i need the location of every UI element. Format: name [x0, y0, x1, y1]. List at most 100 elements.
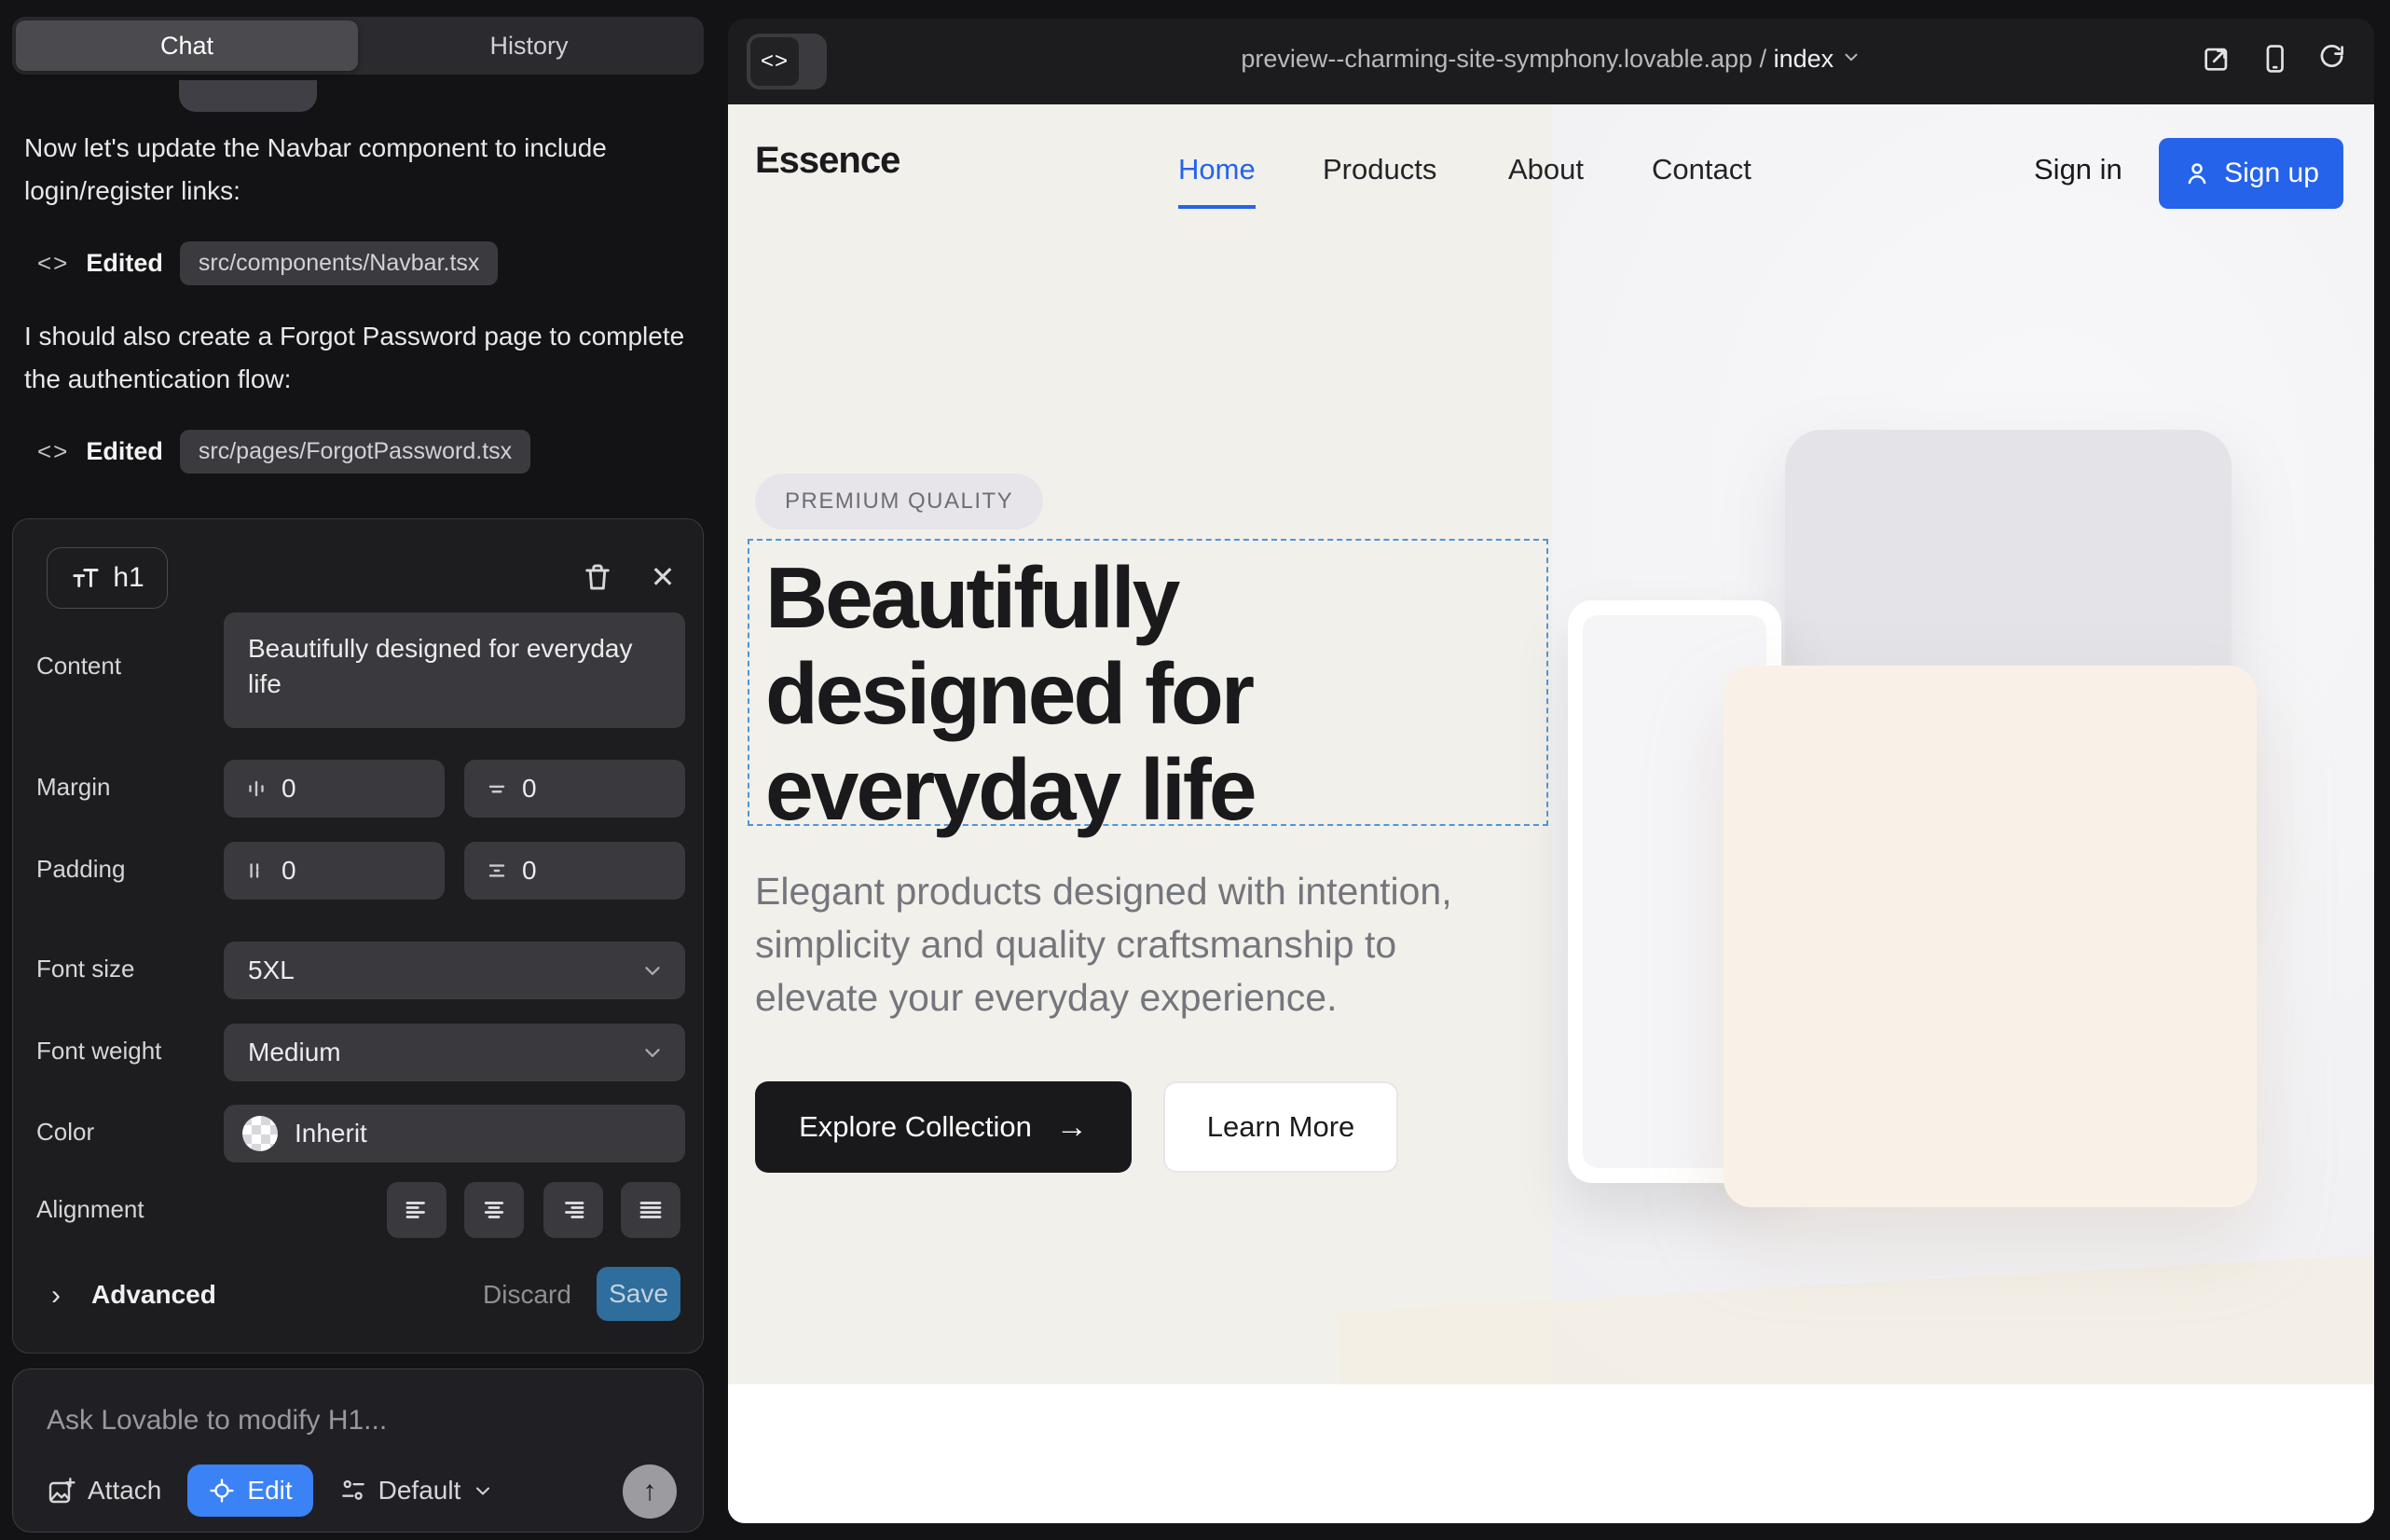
composer-input[interactable]: Ask Lovable to modify H1... [47, 1405, 387, 1437]
hero-heading[interactable]: Beautifully designed for everyday life [765, 550, 1539, 838]
margin-y-input[interactable]: 0 [464, 760, 685, 818]
align-left-button[interactable] [387, 1182, 446, 1238]
sign-in-link[interactable]: Sign in [2034, 153, 2122, 186]
sign-up-label: Sign up [2224, 158, 2319, 189]
nav-link-about[interactable]: About [1508, 153, 1584, 186]
open-in-new-tab-icon[interactable] [2201, 43, 2232, 75]
hero-paragraph: Elegant products designed with intention… [755, 865, 1519, 1024]
element-editor-panel: h1 ✕ Content Beautifully designed for ev… [12, 518, 704, 1354]
nav-link-products[interactable]: Products [1323, 153, 1436, 186]
nav-link-contact[interactable]: Contact [1652, 153, 1751, 186]
editor-footer: › Advanced Discard Save [13, 1267, 705, 1325]
margin-horizontal-icon [244, 777, 268, 801]
content-input[interactable]: Beautifully designed for everyday life [224, 612, 685, 728]
advanced-toggle[interactable]: Advanced [91, 1280, 216, 1310]
font-weight-value: Medium [248, 1038, 341, 1067]
chat-message: I should also create a Forgot Password p… [24, 315, 692, 401]
chevron-down-icon [1841, 47, 1861, 67]
margin-y-value: 0 [522, 774, 537, 804]
app-root: Chat History Now let's update the Navbar… [0, 0, 2390, 1540]
section-below-hero [728, 1384, 2374, 1523]
tab-history[interactable]: History [358, 21, 700, 71]
clipped-file-badge [179, 80, 317, 112]
nav-link-home[interactable]: Home [1178, 153, 1256, 209]
attach-button[interactable]: Attach [47, 1476, 161, 1506]
delete-element-button[interactable] [579, 558, 616, 596]
margin-vertical-icon [485, 777, 509, 801]
preview-chrome: <> preview--charming-site-symphony.lovab… [728, 19, 2374, 104]
attach-label: Attach [88, 1476, 161, 1506]
edit-label: Edit [247, 1476, 292, 1506]
element-tag-pill: h1 [47, 547, 168, 609]
preview-url: preview--charming-site-symphony.lovable.… [1241, 45, 1752, 73]
sign-up-button[interactable]: Sign up [2159, 138, 2343, 209]
chat-sidebar: Chat History Now let's update the Navbar… [0, 0, 727, 1540]
type-icon [70, 562, 102, 594]
align-right-icon [559, 1196, 587, 1224]
margin-x-input[interactable]: 0 [224, 760, 445, 818]
chat-history-tabs: Chat History [12, 17, 704, 75]
trash-icon [582, 561, 613, 593]
chevron-right-icon: › [51, 1280, 61, 1312]
align-justify-button[interactable] [621, 1182, 680, 1238]
attach-image-icon [47, 1476, 76, 1506]
explore-collection-label: Explore Collection [799, 1110, 1032, 1144]
edit-mode-button[interactable]: Edit [187, 1464, 312, 1517]
color-label: Color [36, 1118, 94, 1147]
padding-label: Padding [36, 855, 125, 884]
mode-label: Default [378, 1476, 461, 1506]
nav-link-label: Home [1178, 153, 1256, 209]
chrome-actions [2201, 43, 2348, 75]
send-button[interactable]: ↑ [623, 1464, 677, 1519]
url-bar[interactable]: preview--charming-site-symphony.lovable.… [728, 45, 2374, 74]
font-size-label: Font size [36, 955, 135, 983]
refresh-icon[interactable] [2316, 43, 2348, 75]
chevron-down-icon [640, 958, 665, 983]
margin-x-value: 0 [282, 774, 296, 804]
premium-quality-badge: PREMIUM QUALITY [755, 474, 1043, 529]
font-weight-label: Font weight [36, 1037, 161, 1066]
align-left-icon [403, 1196, 431, 1224]
padding-y-value: 0 [522, 856, 537, 886]
composer-toolbar: Attach Edit [47, 1463, 677, 1519]
mobile-preview-icon[interactable] [2259, 43, 2290, 75]
file-badge[interactable]: src/pages/ForgotPassword.tsx [180, 430, 530, 474]
code-icon: <> [37, 249, 69, 278]
align-right-button[interactable] [543, 1182, 603, 1238]
discard-button[interactable]: Discard [483, 1280, 571, 1310]
alignment-label: Alignment [36, 1195, 144, 1224]
tab-chat[interactable]: Chat [16, 21, 358, 71]
padding-x-value: 0 [282, 856, 296, 886]
padding-horizontal-icon [244, 859, 268, 883]
margin-label: Margin [36, 773, 110, 802]
crosshair-icon [208, 1477, 236, 1505]
padding-y-input[interactable]: 0 [464, 842, 685, 900]
color-value: Inherit [295, 1119, 367, 1148]
site-preview: Essence Home Products About Contact Sign… [728, 104, 2374, 1523]
padding-vertical-icon [485, 859, 509, 883]
font-size-value: 5XL [248, 956, 295, 985]
file-badge[interactable]: src/components/Navbar.tsx [180, 241, 499, 285]
font-weight-select[interactable]: Medium [224, 1024, 685, 1081]
site-logo[interactable]: Essence [755, 140, 900, 182]
align-center-icon [480, 1196, 508, 1224]
padding-x-input[interactable]: 0 [224, 842, 445, 900]
color-swatch [242, 1116, 278, 1151]
close-editor-button[interactable]: ✕ [644, 558, 681, 596]
edited-file-row: <> Edited src/components/Navbar.tsx [37, 241, 498, 285]
edited-label: Edited [86, 437, 163, 466]
edited-label: Edited [86, 249, 163, 278]
learn-more-button[interactable]: Learn More [1163, 1081, 1398, 1173]
save-button[interactable]: Save [597, 1267, 680, 1321]
arrow-right-icon: → [1056, 1109, 1088, 1146]
chat-message: Now let's update the Navbar component to… [24, 127, 692, 213]
chevron-down-icon [640, 1040, 665, 1065]
user-icon [2183, 159, 2211, 187]
color-select[interactable]: Inherit [224, 1105, 685, 1162]
align-center-button[interactable] [464, 1182, 524, 1238]
element-tag: h1 [113, 562, 144, 594]
mode-select[interactable]: Default [339, 1476, 495, 1506]
font-size-select[interactable]: 5XL [224, 942, 685, 999]
code-icon: <> [37, 437, 69, 466]
explore-collection-button[interactable]: Explore Collection → [755, 1081, 1132, 1173]
